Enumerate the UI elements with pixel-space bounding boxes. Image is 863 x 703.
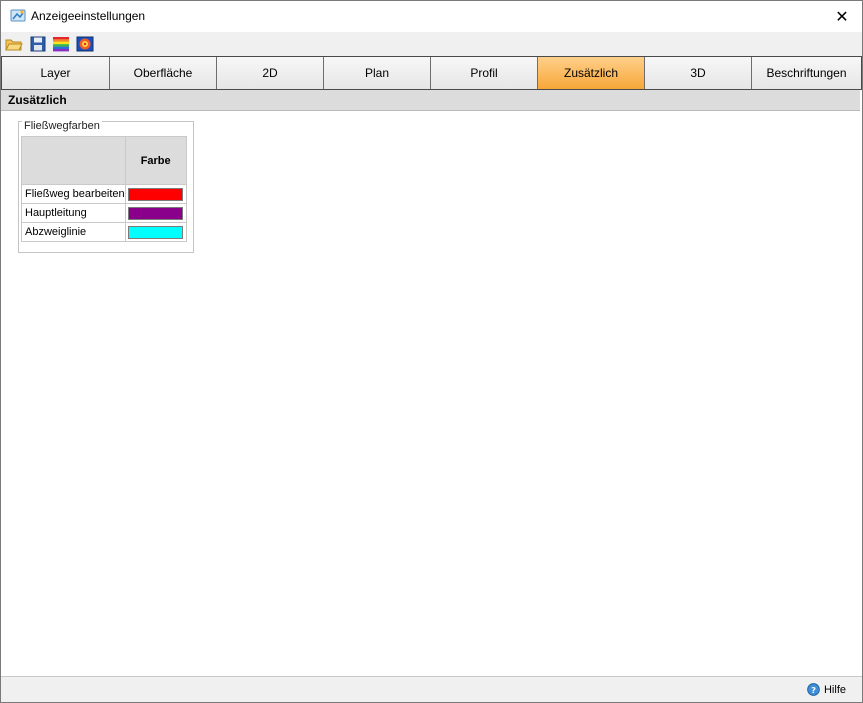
row-label: Abzweiglinie	[21, 222, 126, 242]
flow-colors-group: Fließwegfarben Farbe Fließweg bearbeiten…	[18, 120, 194, 253]
color-swatch-fliessweg[interactable]	[128, 188, 184, 201]
close-button[interactable]: ✕	[822, 1, 862, 32]
settings-window: Anzeigeeinstellungen ✕ Layer Oberfläche …	[0, 0, 863, 703]
section-title: Zusätzlich	[1, 90, 860, 111]
tab-profil[interactable]: Profil	[431, 57, 538, 89]
status-bar: ? Hilfe	[1, 676, 862, 702]
tab-plan[interactable]: Plan	[324, 57, 431, 89]
column-header-farbe: Farbe	[124, 136, 187, 185]
toolbar	[1, 32, 862, 56]
color-swatch-hauptleitung[interactable]	[128, 207, 184, 220]
color-cell[interactable]	[124, 203, 187, 223]
tab-beschriftungen[interactable]: Beschriftungen	[752, 57, 861, 89]
color-stripes-icon	[53, 37, 69, 52]
tab-3d[interactable]: 3D	[645, 57, 752, 89]
grid-corner-header	[21, 136, 126, 185]
color-cell[interactable]	[124, 184, 187, 204]
color-swatch-abzweiglinie[interactable]	[128, 226, 184, 239]
tab-oberflaeche[interactable]: Oberfläche	[110, 57, 217, 89]
row-label: Fließweg bearbeiten	[21, 184, 126, 204]
content-area: Fließwegfarben Farbe Fließweg bearbeiten…	[1, 111, 860, 674]
help-label: Hilfe	[823, 683, 846, 696]
flow-colors-grid: Farbe Fließweg bearbeiten Hauptleitung A…	[21, 136, 187, 242]
palette-icon	[76, 36, 94, 52]
close-icon: ✕	[835, 8, 849, 26]
open-button[interactable]	[5, 35, 23, 53]
table-row: Hauptleitung	[21, 203, 187, 223]
title-bar: Anzeigeeinstellungen ✕	[1, 1, 862, 32]
tab-layer[interactable]: Layer	[2, 57, 110, 89]
help-button[interactable]: ? Hilfe	[807, 683, 846, 696]
color-stripes-button[interactable]	[52, 35, 70, 53]
window-title: Anzeigeeinstellungen	[31, 9, 146, 23]
tab-zusaetzlich[interactable]: Zusätzlich	[538, 57, 645, 89]
table-row: Fließweg bearbeiten	[21, 184, 187, 204]
color-cell[interactable]	[124, 222, 187, 242]
open-folder-icon	[5, 39, 23, 51]
save-button[interactable]	[29, 35, 47, 53]
help-icon: ?	[807, 683, 820, 696]
palette-button[interactable]	[76, 35, 94, 53]
tab-2d[interactable]: 2D	[217, 57, 324, 89]
save-disk-icon	[30, 36, 46, 52]
group-legend: Fließwegfarben	[22, 120, 102, 132]
table-row: Abzweiglinie	[21, 222, 187, 242]
tab-strip: Layer Oberfläche 2D Plan Profil Zusätzli…	[1, 56, 862, 90]
row-label: Hauptleitung	[21, 203, 126, 223]
app-settings-icon	[10, 8, 26, 24]
svg-text:?: ?	[811, 685, 816, 695]
